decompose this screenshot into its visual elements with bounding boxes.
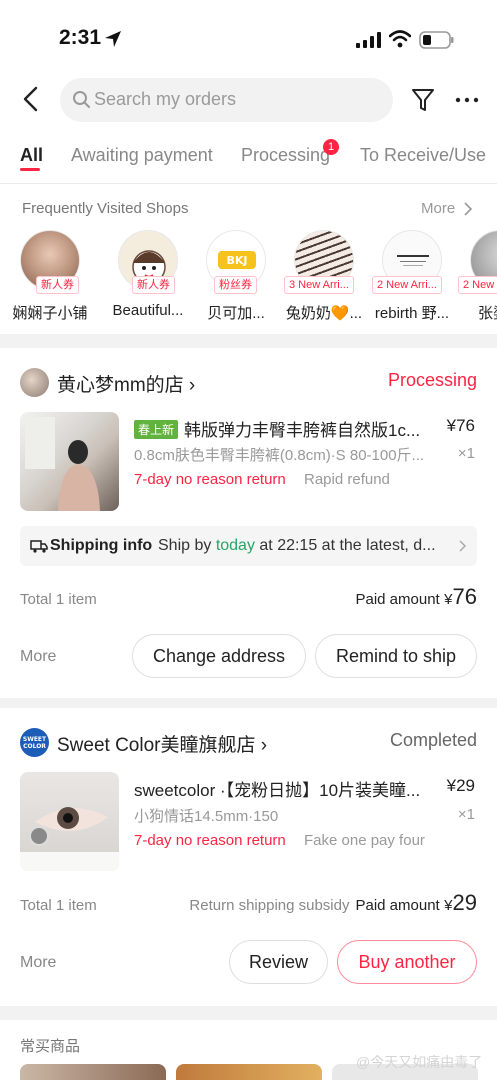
tab-all[interactable]: All: [20, 145, 43, 166]
truck-icon: [30, 540, 48, 553]
product-title[interactable]: sweetcolor ·【宠粉日抛】10片装美瞳...: [134, 776, 430, 801]
total-items: Total 1 item: [20, 897, 97, 914]
refund-policy: Rapid refund: [304, 471, 390, 488]
frequently-visited-shops: Frequently Visited Shops More 新人券 娴娴子小铺 …: [0, 184, 497, 334]
return-policy: 7-day no reason return: [134, 832, 286, 849]
processing-count-badge: 1: [323, 139, 339, 155]
total-items: Total 1 item: [20, 591, 97, 608]
product-spec: 小狗情话14.5mm·150: [134, 808, 279, 825]
status-time: 2:31: [59, 26, 102, 49]
shop-name: 张婆: [478, 305, 497, 322]
signal-icon: [356, 32, 381, 48]
order-card: SWEET COLOR Sweet Color美瞳旗舰店 › Completed …: [0, 708, 497, 1006]
shop-item[interactable]: 新人券 娴娴子小铺: [2, 228, 98, 328]
shop-name: 兔奶奶🧡...: [285, 305, 363, 322]
product-image[interactable]: [20, 772, 119, 871]
product-price: ¥29: [446, 776, 475, 795]
tab-awaiting-payment[interactable]: Awaiting payment: [71, 145, 213, 166]
product-spec: 0.8cm肤色丰臀丰胯裤(0.8cm)·S 80-100斤...: [134, 447, 425, 464]
battery-icon: [419, 31, 454, 49]
header: Search my orders: [0, 76, 497, 132]
svg-text:SWEET: SWEET: [23, 736, 47, 743]
watermark: @今天又如痛由毒了: [356, 1054, 483, 1070]
store-name: Sweet Color美瞳旗舰店 ›: [57, 735, 268, 756]
change-address-button[interactable]: Change address: [132, 634, 306, 678]
shipping-info-label: Shipping info: [50, 537, 153, 554]
return-shipping-subsidy: Return shipping subsidy: [189, 897, 350, 914]
product-image[interactable]: [20, 412, 119, 511]
chevron-right-icon: [459, 540, 467, 552]
product-quantity: ×1: [457, 806, 475, 823]
shop-coupon-tag: 粉丝券: [214, 276, 257, 294]
status-bar: 2:31: [0, 0, 497, 76]
search-input[interactable]: Search my orders: [60, 78, 393, 122]
filter-icon[interactable]: [410, 87, 436, 113]
shop-item[interactable]: 新人券 Beautiful...: [100, 228, 196, 328]
order-status: Completed: [389, 730, 477, 750]
buy-another-button[interactable]: Buy another: [337, 940, 477, 984]
shop-item[interactable]: 2 New 张婆: [452, 228, 497, 328]
product-title[interactable]: 春上新 韩版弹力丰臀丰胯裤自然版1c...: [134, 416, 430, 441]
tab-processing[interactable]: Processing: [241, 145, 330, 166]
location-arrow-icon: [105, 31, 121, 47]
product-quantity: ×1: [457, 445, 475, 462]
paid-amount: Paid amount ¥76: [355, 584, 477, 609]
shop-new-arrivals-tag: 2 New: [458, 276, 497, 294]
svg-text:COLOR: COLOR: [23, 743, 46, 750]
shipping-info-bar[interactable]: Shipping info Ship by today at 22:15 at …: [20, 526, 477, 566]
product-thumbnail[interactable]: [20, 1064, 166, 1080]
order-tabs: All Awaiting payment Processing 1 To Rec…: [0, 132, 497, 184]
shop-name: rebirth 野...: [374, 305, 450, 322]
return-policy: 7-day no reason return: [134, 471, 286, 488]
wifi-icon: [389, 30, 411, 48]
shop-coupon-tag: 新人券: [36, 276, 79, 294]
store-avatar: [20, 368, 49, 397]
more-actions-link[interactable]: More: [20, 648, 56, 666]
more-actions-link[interactable]: More: [20, 954, 56, 972]
frequently-bought-title: 常买商品: [20, 1038, 81, 1055]
paid-amount: Return shipping subsidy Paid amount ¥29: [189, 890, 477, 915]
shipping-deadline: Ship by today at 22:15 at the latest, d.…: [158, 537, 436, 554]
svg-text:BKJ: BKJ: [226, 254, 247, 267]
search-icon: [73, 91, 90, 108]
chevron-right-icon[interactable]: [461, 202, 475, 216]
store-name: 黄心梦mm的店 ›: [57, 375, 196, 396]
shop-coupon-tag: 新人券: [132, 276, 175, 294]
shop-name: Beautiful...: [112, 302, 184, 319]
remind-to-ship-button[interactable]: Remind to ship: [315, 634, 477, 678]
shop-item[interactable]: BKJ 粉丝券 贝可加...: [188, 228, 284, 328]
shops-section-title: Frequently Visited Shops: [22, 200, 189, 217]
shop-new-arrivals-tag: 3 New Arri...: [284, 276, 354, 294]
product-thumbnail[interactable]: [176, 1064, 322, 1080]
shop-new-arrivals-tag: 2 New Arri...: [372, 276, 442, 294]
store-avatar: SWEET COLOR: [20, 728, 49, 757]
order-card: 黄心梦mm的店 › Processing 春上新 韩版弹力丰臀丰胯裤自然版1c..…: [0, 348, 497, 698]
shop-item[interactable]: 2 New Arri... rebirth 野...: [364, 228, 460, 328]
active-tab-indicator: [20, 168, 40, 171]
new-season-badge: 春上新: [134, 420, 179, 439]
order-status: Processing: [387, 370, 477, 390]
product-price: ¥76: [446, 416, 475, 435]
tab-to-receive[interactable]: To Receive/Use: [360, 145, 486, 166]
shop-name: 贝可加...: [207, 305, 265, 322]
more-options-icon[interactable]: [454, 87, 480, 113]
back-icon[interactable]: [18, 86, 44, 112]
shop-name: 娴娴子小铺: [12, 305, 88, 322]
shop-item[interactable]: 3 New Arri... 兔奶奶🧡...: [276, 228, 372, 328]
review-button[interactable]: Review: [229, 940, 328, 984]
search-placeholder: Search my orders: [94, 89, 237, 109]
shops-more-link[interactable]: More: [421, 200, 455, 217]
refund-policy: Fake one pay four: [304, 832, 425, 849]
